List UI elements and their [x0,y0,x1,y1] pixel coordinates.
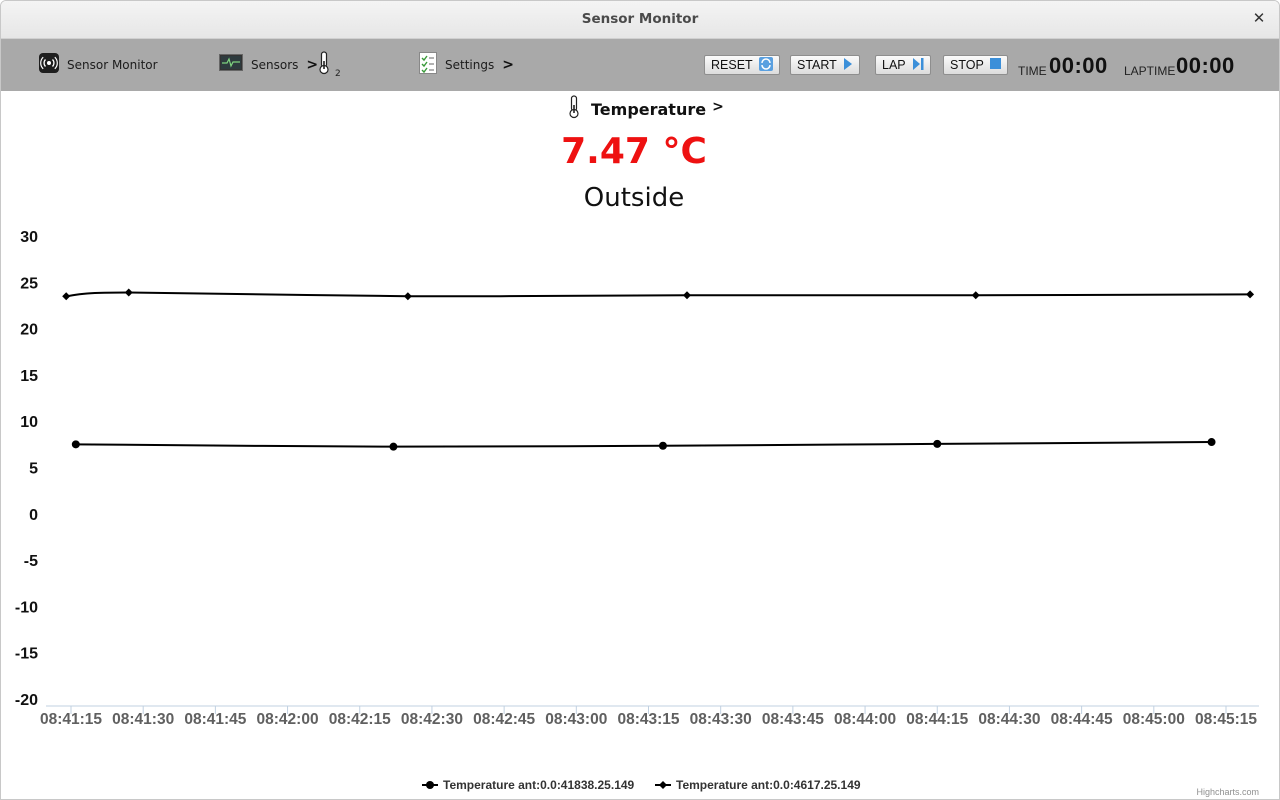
play-icon [843,57,853,73]
settings-menu-item[interactable]: Settings > [419,39,514,91]
window-title: Sensor Monitor [581,11,699,27]
x-tick-label: 08:41:30 [112,711,174,728]
x-tick-label: 08:42:15 [329,711,391,728]
x-tick-label: 08:41:15 [40,711,102,728]
reset-button[interactable]: RESET [704,55,780,75]
legend-marker[interactable] [426,781,434,789]
y-tick-label: 0 [29,507,38,524]
app-menu-label: Sensor Monitor [67,58,158,72]
x-tick-label: 08:41:45 [184,711,246,728]
start-button-label: START [797,58,837,72]
settings-menu-label: Settings [445,58,495,72]
title-bar: Sensor Monitor ✕ [1,1,1279,39]
time-value: 00:00 [1049,53,1108,78]
legend-item[interactable]: Temperature ant:0.0:41838.25.149 [443,778,635,792]
lap-button-label: LAP [882,58,906,72]
x-tick-label: 08:42:30 [401,711,463,728]
series-line[interactable] [75,441,1212,448]
sensor-location: Outside [583,183,685,213]
x-tick-label: 08:43:45 [762,711,824,728]
checklist-icon [419,52,437,78]
data-point[interactable] [403,292,412,301]
temperature-chart: 30 25 20 15 10 5 0 -5 -10 -15 -2008:41:15 08:41:30 0… [15,229,1259,792]
toolbar: Sensor Monitor Sensors > 2 Settings > RE… [1,39,1279,91]
data-point[interactable] [933,439,942,448]
sensor-count-badge: 2 [335,69,341,79]
y-tick-label: -5 [24,553,38,570]
data-point[interactable] [62,292,71,301]
wireless-sensor-icon [39,53,59,77]
thermometer-icon [567,95,581,123]
series-line[interactable] [66,291,1251,298]
x-tick-label: 08:43:30 [690,711,752,728]
sensors-menu-item[interactable]: Sensors > [219,39,318,91]
thermometer-icon [317,51,331,79]
data-point[interactable] [1207,438,1216,447]
sensors-menu-label: Sensors [251,58,299,72]
sensor-title-link[interactable]: Temperature > [567,95,724,123]
legend-item[interactable]: Temperature ant:0.0:4617.25.149 [676,778,861,792]
stop-button-label: STOP [950,58,984,72]
x-tick-label: 08:43:00 [545,711,607,728]
sensor-chevron-icon: > [712,99,724,115]
data-point[interactable] [1246,290,1255,299]
y-tick-label: 20 [20,322,38,339]
x-tick-label: 08:43:15 [617,711,679,728]
y-tick-label: -20 [15,692,38,709]
sensor-selector[interactable]: 2 [317,39,341,91]
data-point[interactable] [71,440,80,449]
y-tick-label: 5 [29,461,38,478]
reset-button-label: RESET [711,58,753,72]
laptime-label: LAPTIME [1124,64,1176,78]
x-tick-label: 08:44:30 [978,711,1040,728]
y-tick-label: -10 [15,599,38,616]
x-tick-label: 08:42:00 [257,711,319,728]
y-tick-label: -15 [15,646,38,663]
data-point[interactable] [683,291,691,300]
data-point[interactable] [124,288,133,297]
close-icon[interactable]: ✕ [1251,10,1267,26]
x-tick-label: 08:44:15 [906,711,968,728]
x-tick-label: 08:45:15 [1195,711,1257,728]
data-point[interactable] [389,442,398,451]
data-point[interactable] [658,441,667,450]
app-window: Sensor Monitor ✕ Sensor Monitor Sensors … [0,0,1280,800]
data-point[interactable] [971,291,980,300]
monitor-graph-icon [219,53,243,77]
x-tick-label: 08:42:45 [473,711,535,728]
stop-button[interactable]: STOP [943,55,1008,75]
refresh-icon [758,56,773,74]
sensor-name: Temperature [591,99,707,119]
stop-icon [989,58,1001,72]
current-reading: 7.47 °C [561,131,707,172]
start-button[interactable]: START [790,55,860,75]
time-label: TIME [1018,64,1047,78]
laptime-value: 00:00 [1176,53,1235,78]
legend-marker[interactable] [659,781,667,789]
chart-credit[interactable]: Highcharts.com [1196,787,1259,797]
x-tick-label: 08:44:45 [1051,711,1113,728]
lap-button[interactable]: LAP [875,55,931,75]
skip-icon [912,57,924,73]
y-tick-label: 10 [20,414,38,431]
y-tick-label: 15 [20,368,38,385]
y-tick-label: 30 [20,229,38,246]
settings-chevron-icon: > [502,57,514,73]
x-tick-label: 08:45:00 [1123,711,1185,728]
x-tick-label: 08:44:00 [834,711,896,728]
app-menu-item[interactable]: Sensor Monitor [39,39,158,91]
y-tick-label: 25 [20,275,38,292]
